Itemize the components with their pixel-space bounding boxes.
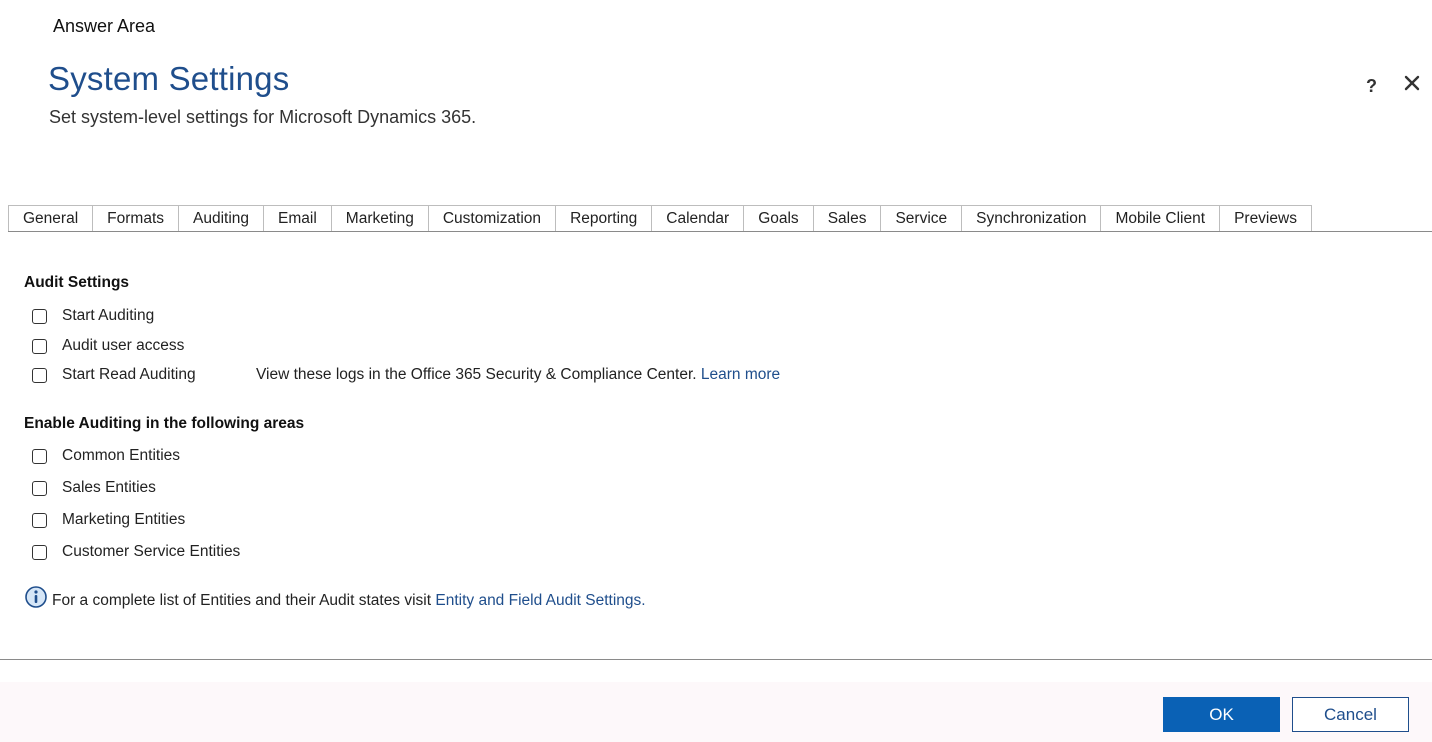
common-entities-option[interactable]: Common Entities [32, 447, 180, 465]
help-icon[interactable]: ? [1366, 76, 1377, 97]
start-auditing-label: Start Auditing [62, 307, 155, 324]
audit-info-note: For a complete list of Entities and thei… [24, 586, 646, 610]
customer-service-entities-checkbox[interactable] [32, 544, 47, 560]
tab-previews[interactable]: Previews [1219, 205, 1312, 231]
start-read-auditing-option[interactable]: Start Read Auditing [32, 366, 196, 384]
entity-field-audit-settings-link[interactable]: Entity and Field Audit Settings. [435, 592, 645, 610]
footer-divider [0, 659, 1432, 660]
read-auditing-note-text: View these logs in the Office 365 Securi… [256, 366, 697, 383]
customer-service-entities-option[interactable]: Customer Service Entities [32, 543, 240, 561]
tab-goals[interactable]: Goals [743, 205, 814, 231]
common-entities-checkbox[interactable] [32, 448, 47, 464]
read-auditing-note: View these logs in the Office 365 Securi… [256, 366, 780, 384]
audit-user-access-label: Audit user access [62, 337, 185, 354]
common-entities-label: Common Entities [62, 447, 181, 464]
audit-settings-heading: Audit Settings [24, 274, 130, 291]
tab-general[interactable]: General [8, 205, 94, 231]
sales-entities-option[interactable]: Sales Entities [32, 479, 156, 497]
tab-sales[interactable]: Sales [812, 205, 882, 231]
tab-marketing[interactable]: Marketing [330, 205, 429, 231]
audit-user-access-checkbox[interactable] [32, 338, 47, 354]
close-icon[interactable] [1401, 72, 1423, 94]
settings-tabs: General Formats Auditing Email Marketing… [8, 205, 1312, 231]
cancel-button[interactable]: Cancel [1292, 697, 1409, 732]
start-auditing-checkbox[interactable] [32, 308, 47, 324]
tab-reporting[interactable]: Reporting [555, 205, 653, 231]
info-text: For a complete list of Entities and thei… [52, 592, 432, 609]
page-subtitle: Set system-level settings for Microsoft … [49, 107, 477, 127]
tab-service[interactable]: Service [880, 205, 963, 231]
info-icon [25, 586, 47, 608]
audit-user-access-option[interactable]: Audit user access [32, 337, 184, 355]
tab-synchronization[interactable]: Synchronization [961, 205, 1102, 231]
tab-divider [8, 231, 1432, 232]
tab-auditing[interactable]: Auditing [178, 205, 265, 231]
tab-email[interactable]: Email [263, 205, 332, 231]
ok-button[interactable]: OK [1163, 697, 1280, 732]
page-title: System Settings [48, 60, 290, 97]
enable-auditing-heading: Enable Auditing in the following areas [24, 415, 305, 432]
tab-formats[interactable]: Formats [92, 205, 179, 231]
marketing-entities-checkbox[interactable] [32, 512, 47, 528]
system-settings-dialog: Answer Area System Settings Set system-l… [0, 0, 1432, 742]
sales-entities-checkbox[interactable] [32, 480, 47, 496]
start-auditing-option[interactable]: Start Auditing [32, 307, 154, 325]
start-read-auditing-label: Start Read Auditing [62, 366, 196, 383]
tab-calendar[interactable]: Calendar [651, 205, 745, 231]
marketing-entities-option[interactable]: Marketing Entities [32, 511, 185, 529]
tab-mobile-client[interactable]: Mobile Client [1100, 205, 1221, 231]
marketing-entities-label: Marketing Entities [62, 511, 186, 528]
start-read-auditing-checkbox[interactable] [32, 367, 47, 383]
customer-service-entities-label: Customer Service Entities [62, 543, 241, 560]
sales-entities-label: Sales Entities [62, 479, 156, 496]
answer-area-label: Answer Area [53, 16, 156, 36]
learn-more-link[interactable]: Learn more [701, 366, 780, 383]
tab-customization[interactable]: Customization [427, 205, 557, 231]
